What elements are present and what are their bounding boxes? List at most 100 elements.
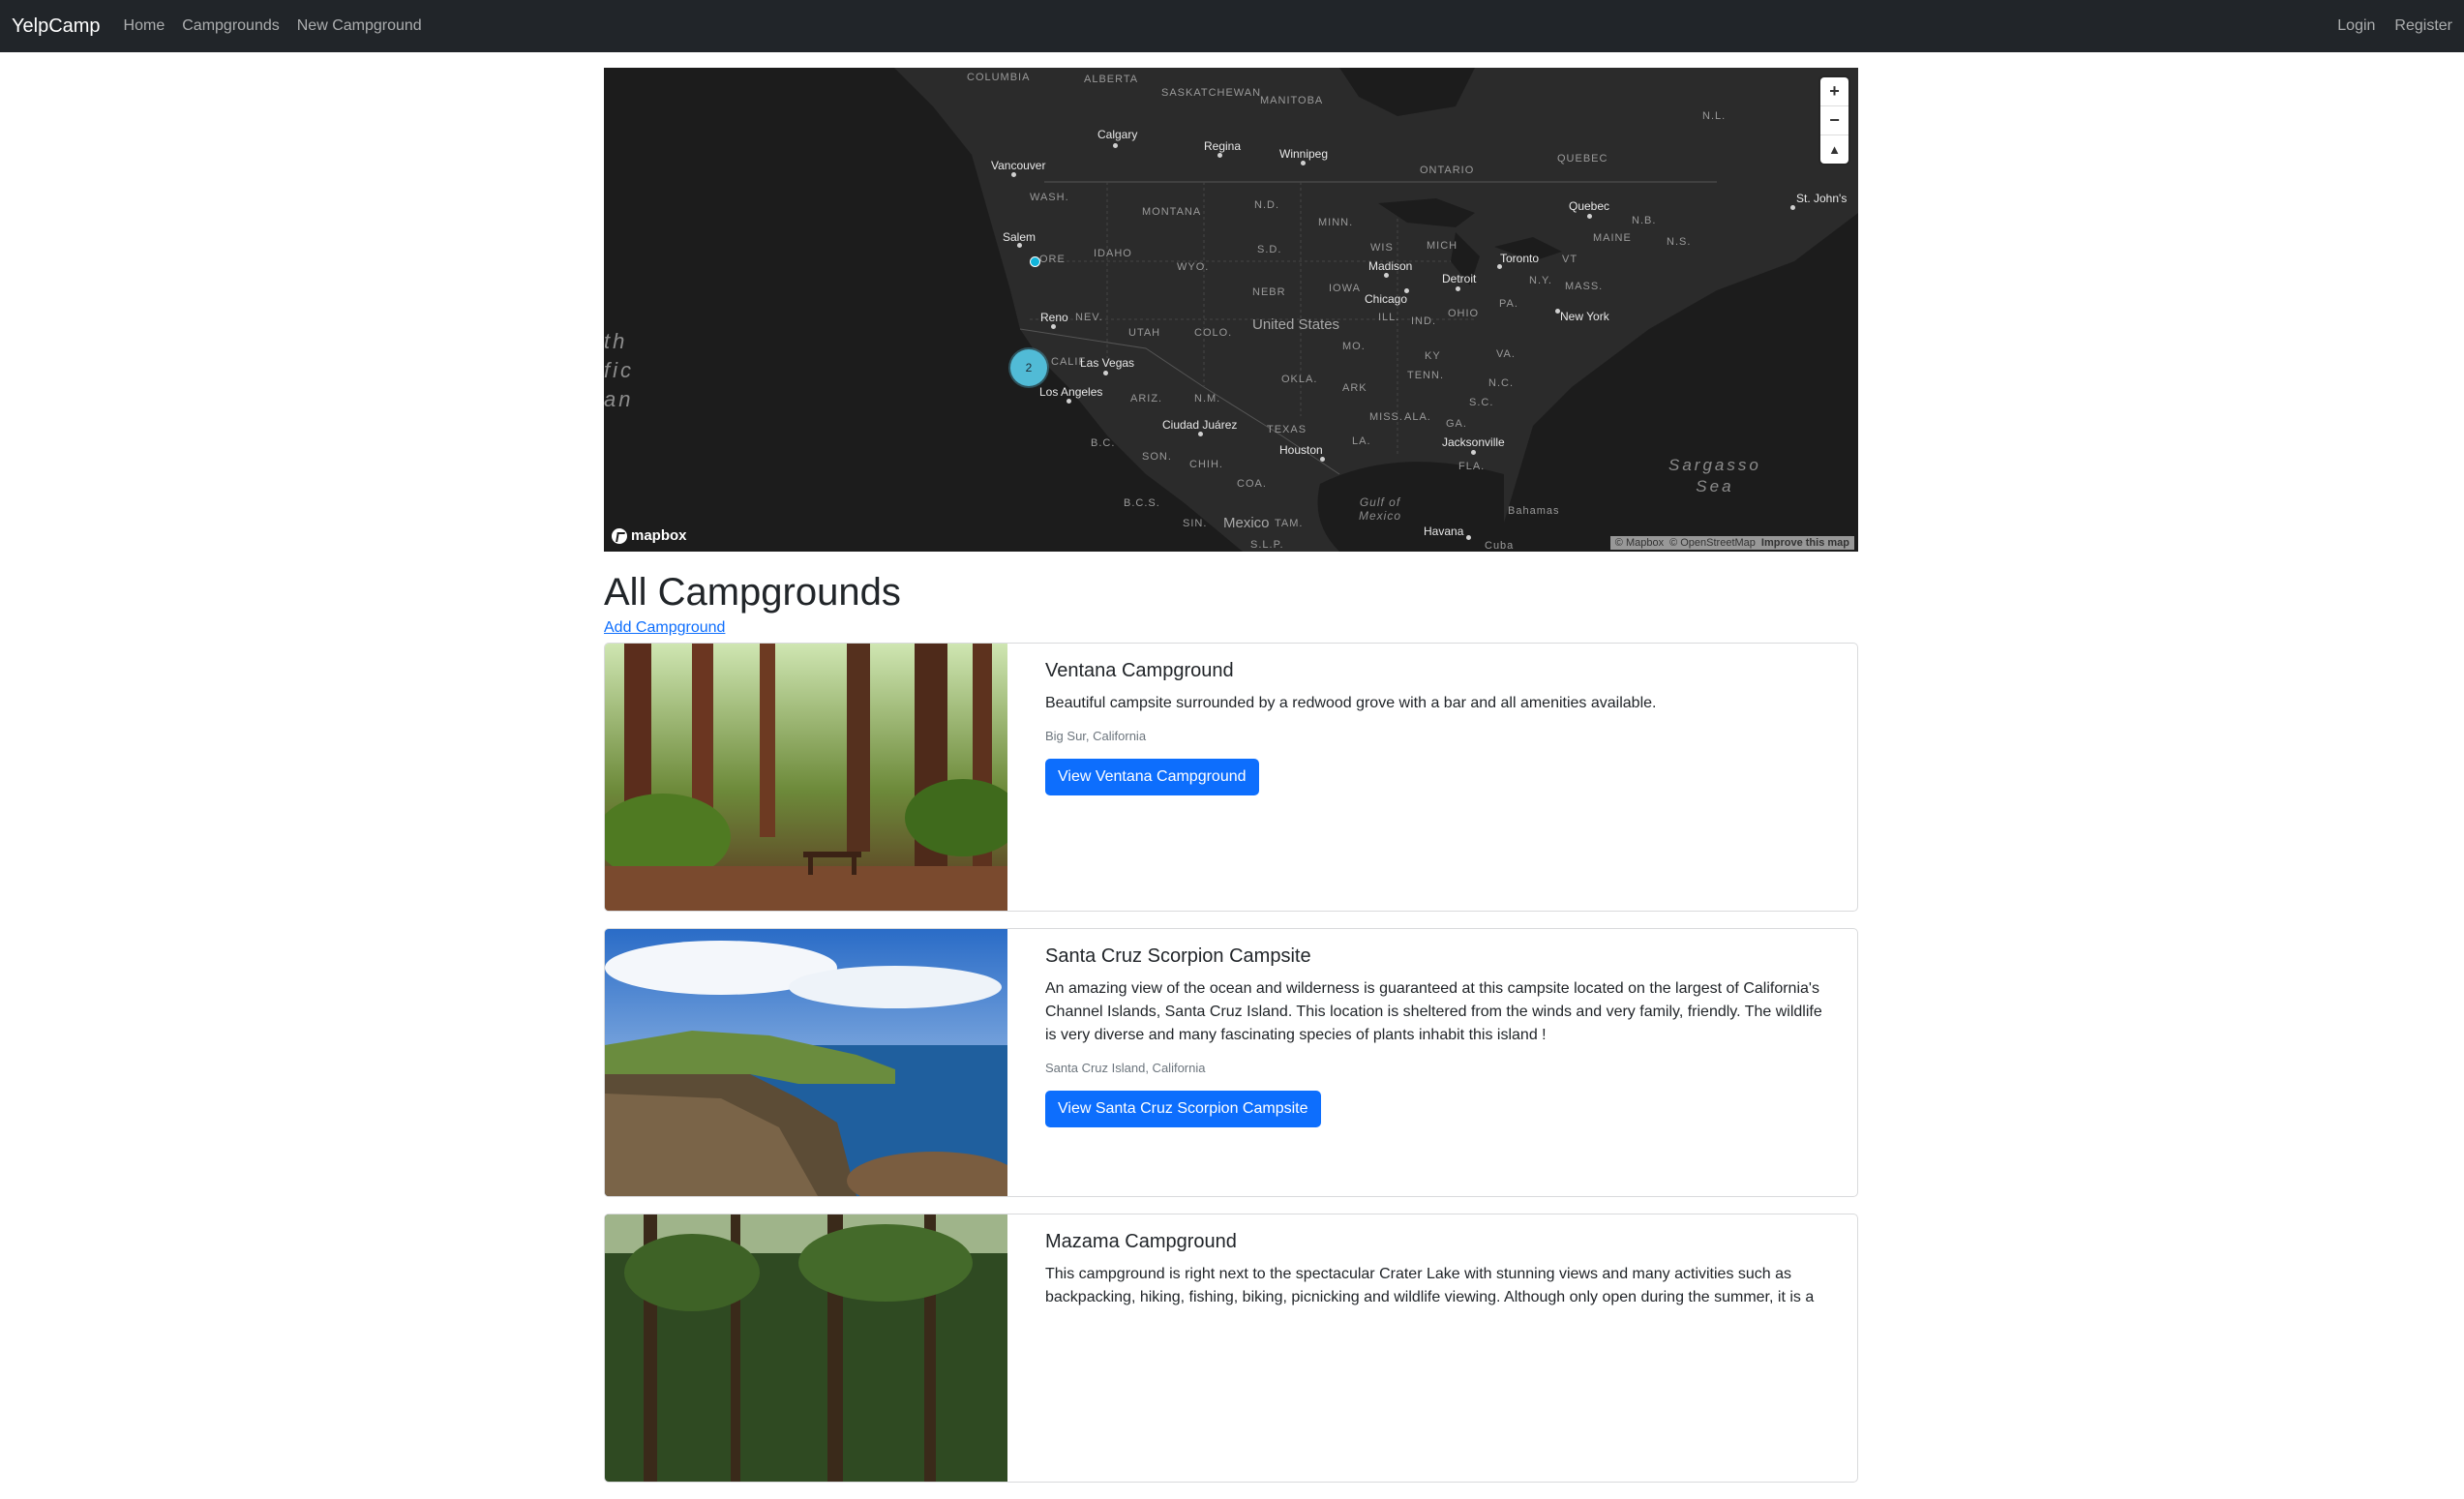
map-label: COLO.: [1194, 327, 1233, 339]
map-label: IDAHO: [1094, 248, 1132, 259]
navbar: YelpCamp Home Campgrounds New Campground…: [0, 0, 2464, 52]
nav-register[interactable]: Register: [2394, 17, 2452, 35]
brand-logo[interactable]: YelpCamp: [12, 15, 101, 38]
map-label: SASKATCHEWAN: [1161, 87, 1262, 99]
map-navigation-control: + − ▲: [1820, 77, 1848, 164]
map-label: N.B.: [1632, 215, 1657, 226]
map-label: ILL.: [1378, 312, 1400, 323]
map-label: B.C.S.: [1124, 497, 1160, 509]
map-label: N.Y.: [1529, 275, 1552, 286]
map-label: IND.: [1411, 315, 1436, 327]
map-label: IOWA: [1329, 283, 1361, 294]
map-label: N.S.: [1667, 236, 1692, 248]
campground-image: [605, 929, 1007, 1196]
nav-new-campground[interactable]: New Campground: [297, 17, 422, 35]
map-label: Cuba: [1485, 540, 1515, 552]
campground-title: Santa Cruz Scorpion Campsite: [1045, 945, 1311, 967]
map-label: COLUMBIA: [967, 72, 1031, 83]
campground-card: Mazama Campground This campground is rig…: [604, 1214, 1858, 1483]
map-label: ALA.: [1404, 411, 1431, 423]
map-label: MO.: [1342, 341, 1366, 352]
map-label: MONTANA: [1142, 206, 1202, 218]
map-label: ARK: [1342, 382, 1367, 394]
map-label: NEV.: [1075, 312, 1103, 323]
sea-label-gulf: Gulf of Mexico: [1359, 495, 1402, 523]
cluster-map[interactable]: COLUMBIA ALBERTA SASKATCHEWAN MANITOBA W…: [604, 68, 1858, 552]
zoom-out-button[interactable]: −: [1820, 106, 1848, 135]
zoom-in-button[interactable]: +: [1820, 77, 1848, 106]
campground-description: An amazing view of the ocean and wildern…: [1045, 980, 1822, 1043]
city-label: Regina: [1204, 139, 1242, 153]
city-dot: [1198, 432, 1203, 436]
city-label: Houston: [1279, 443, 1323, 457]
map-attribution: © Mapbox © OpenStreetMap Improve this ma…: [1609, 536, 1854, 550]
city-dot: [1011, 172, 1016, 177]
city-dot: [1471, 450, 1476, 455]
map-label: OHIO: [1448, 308, 1480, 319]
map-label: B.C.: [1091, 437, 1116, 449]
nav-home[interactable]: Home: [124, 17, 165, 35]
city-label: Las Vegas: [1080, 356, 1135, 370]
attribution-mapbox[interactable]: © Mapbox: [1615, 537, 1664, 549]
map-label: MISS.: [1369, 411, 1403, 423]
page-title: All Campgrounds: [604, 571, 901, 614]
nav-campgrounds[interactable]: Campgrounds: [182, 17, 280, 35]
city-dot: [1384, 273, 1389, 278]
map-label: FLA.: [1458, 461, 1486, 472]
map-label: KY: [1425, 350, 1441, 362]
map-label: MINN.: [1318, 217, 1354, 228]
mapbox-logo-text: mapbox: [631, 527, 687, 544]
city-dot: [1587, 214, 1592, 219]
map-label: MANITOBA: [1260, 95, 1324, 106]
city-dot: [1113, 143, 1118, 148]
city-label: Vancouver: [991, 159, 1046, 172]
city-dot: [1456, 286, 1460, 291]
card-body: Ventana Campground Beautiful campsite su…: [1007, 644, 1857, 911]
attribution-osm[interactable]: © OpenStreetMap: [1669, 537, 1756, 549]
compass-button[interactable]: ▲: [1820, 135, 1848, 164]
city-label: New York: [1560, 310, 1609, 323]
map-label: TENN.: [1407, 370, 1444, 381]
map-label: N.C.: [1488, 377, 1514, 389]
city-label: Ciudad Juárez: [1162, 418, 1238, 432]
city-label: Madison: [1368, 259, 1413, 273]
city-label: Detroit: [1442, 272, 1477, 285]
mapbox-logo[interactable]: mapbox: [612, 527, 687, 544]
coast-picture: [605, 929, 1007, 1196]
map-label: NEBR: [1252, 286, 1286, 298]
city-dot: [1790, 205, 1795, 210]
map-label: VT: [1562, 254, 1578, 265]
city-dot: [1466, 535, 1471, 540]
city-dot: [1103, 371, 1108, 375]
map-label: PA.: [1499, 298, 1518, 310]
map-label: OKLA.: [1281, 374, 1318, 385]
view-campground-button[interactable]: View Ventana Campground: [1045, 759, 1259, 795]
campground-marker[interactable]: [1030, 256, 1040, 267]
map-label: SON.: [1142, 451, 1172, 463]
forest-picture: [605, 644, 1007, 911]
nav-login[interactable]: Login: [2337, 17, 2375, 35]
add-campground-link[interactable]: Add Campground: [604, 619, 725, 637]
city-dot: [1051, 324, 1056, 329]
map-label: MAINE: [1593, 232, 1632, 244]
campground-description: This campground is right next to the spe…: [1045, 1266, 1815, 1305]
map-label: TEXAS: [1267, 424, 1307, 435]
campground-location: Big Sur, California: [1045, 729, 1147, 743]
city-label: Salem: [1003, 230, 1037, 244]
improve-map-link[interactable]: Improve this map: [1761, 537, 1849, 549]
map-label: ONTARIO: [1420, 165, 1475, 176]
map-label: VA.: [1496, 348, 1516, 360]
view-campground-button[interactable]: View Santa Cruz Scorpion Campsite: [1045, 1091, 1321, 1127]
city-dot: [1217, 153, 1222, 158]
map-label: N.D.: [1254, 199, 1279, 211]
map-label: ORE: [1039, 254, 1066, 265]
campground-card: Ventana Campground Beautiful campsite su…: [604, 643, 1858, 912]
map-label: QUEBEC: [1557, 153, 1608, 165]
map-label: COA.: [1237, 478, 1267, 490]
city-label: Chicago: [1365, 292, 1408, 306]
cluster-marker[interactable]: 2: [1010, 349, 1047, 386]
map-label: WYO.: [1177, 261, 1210, 273]
mapbox-icon: [612, 527, 627, 544]
campground-location: Santa Cruz Island, California: [1045, 1061, 1206, 1075]
city-label: Reno: [1040, 311, 1068, 324]
